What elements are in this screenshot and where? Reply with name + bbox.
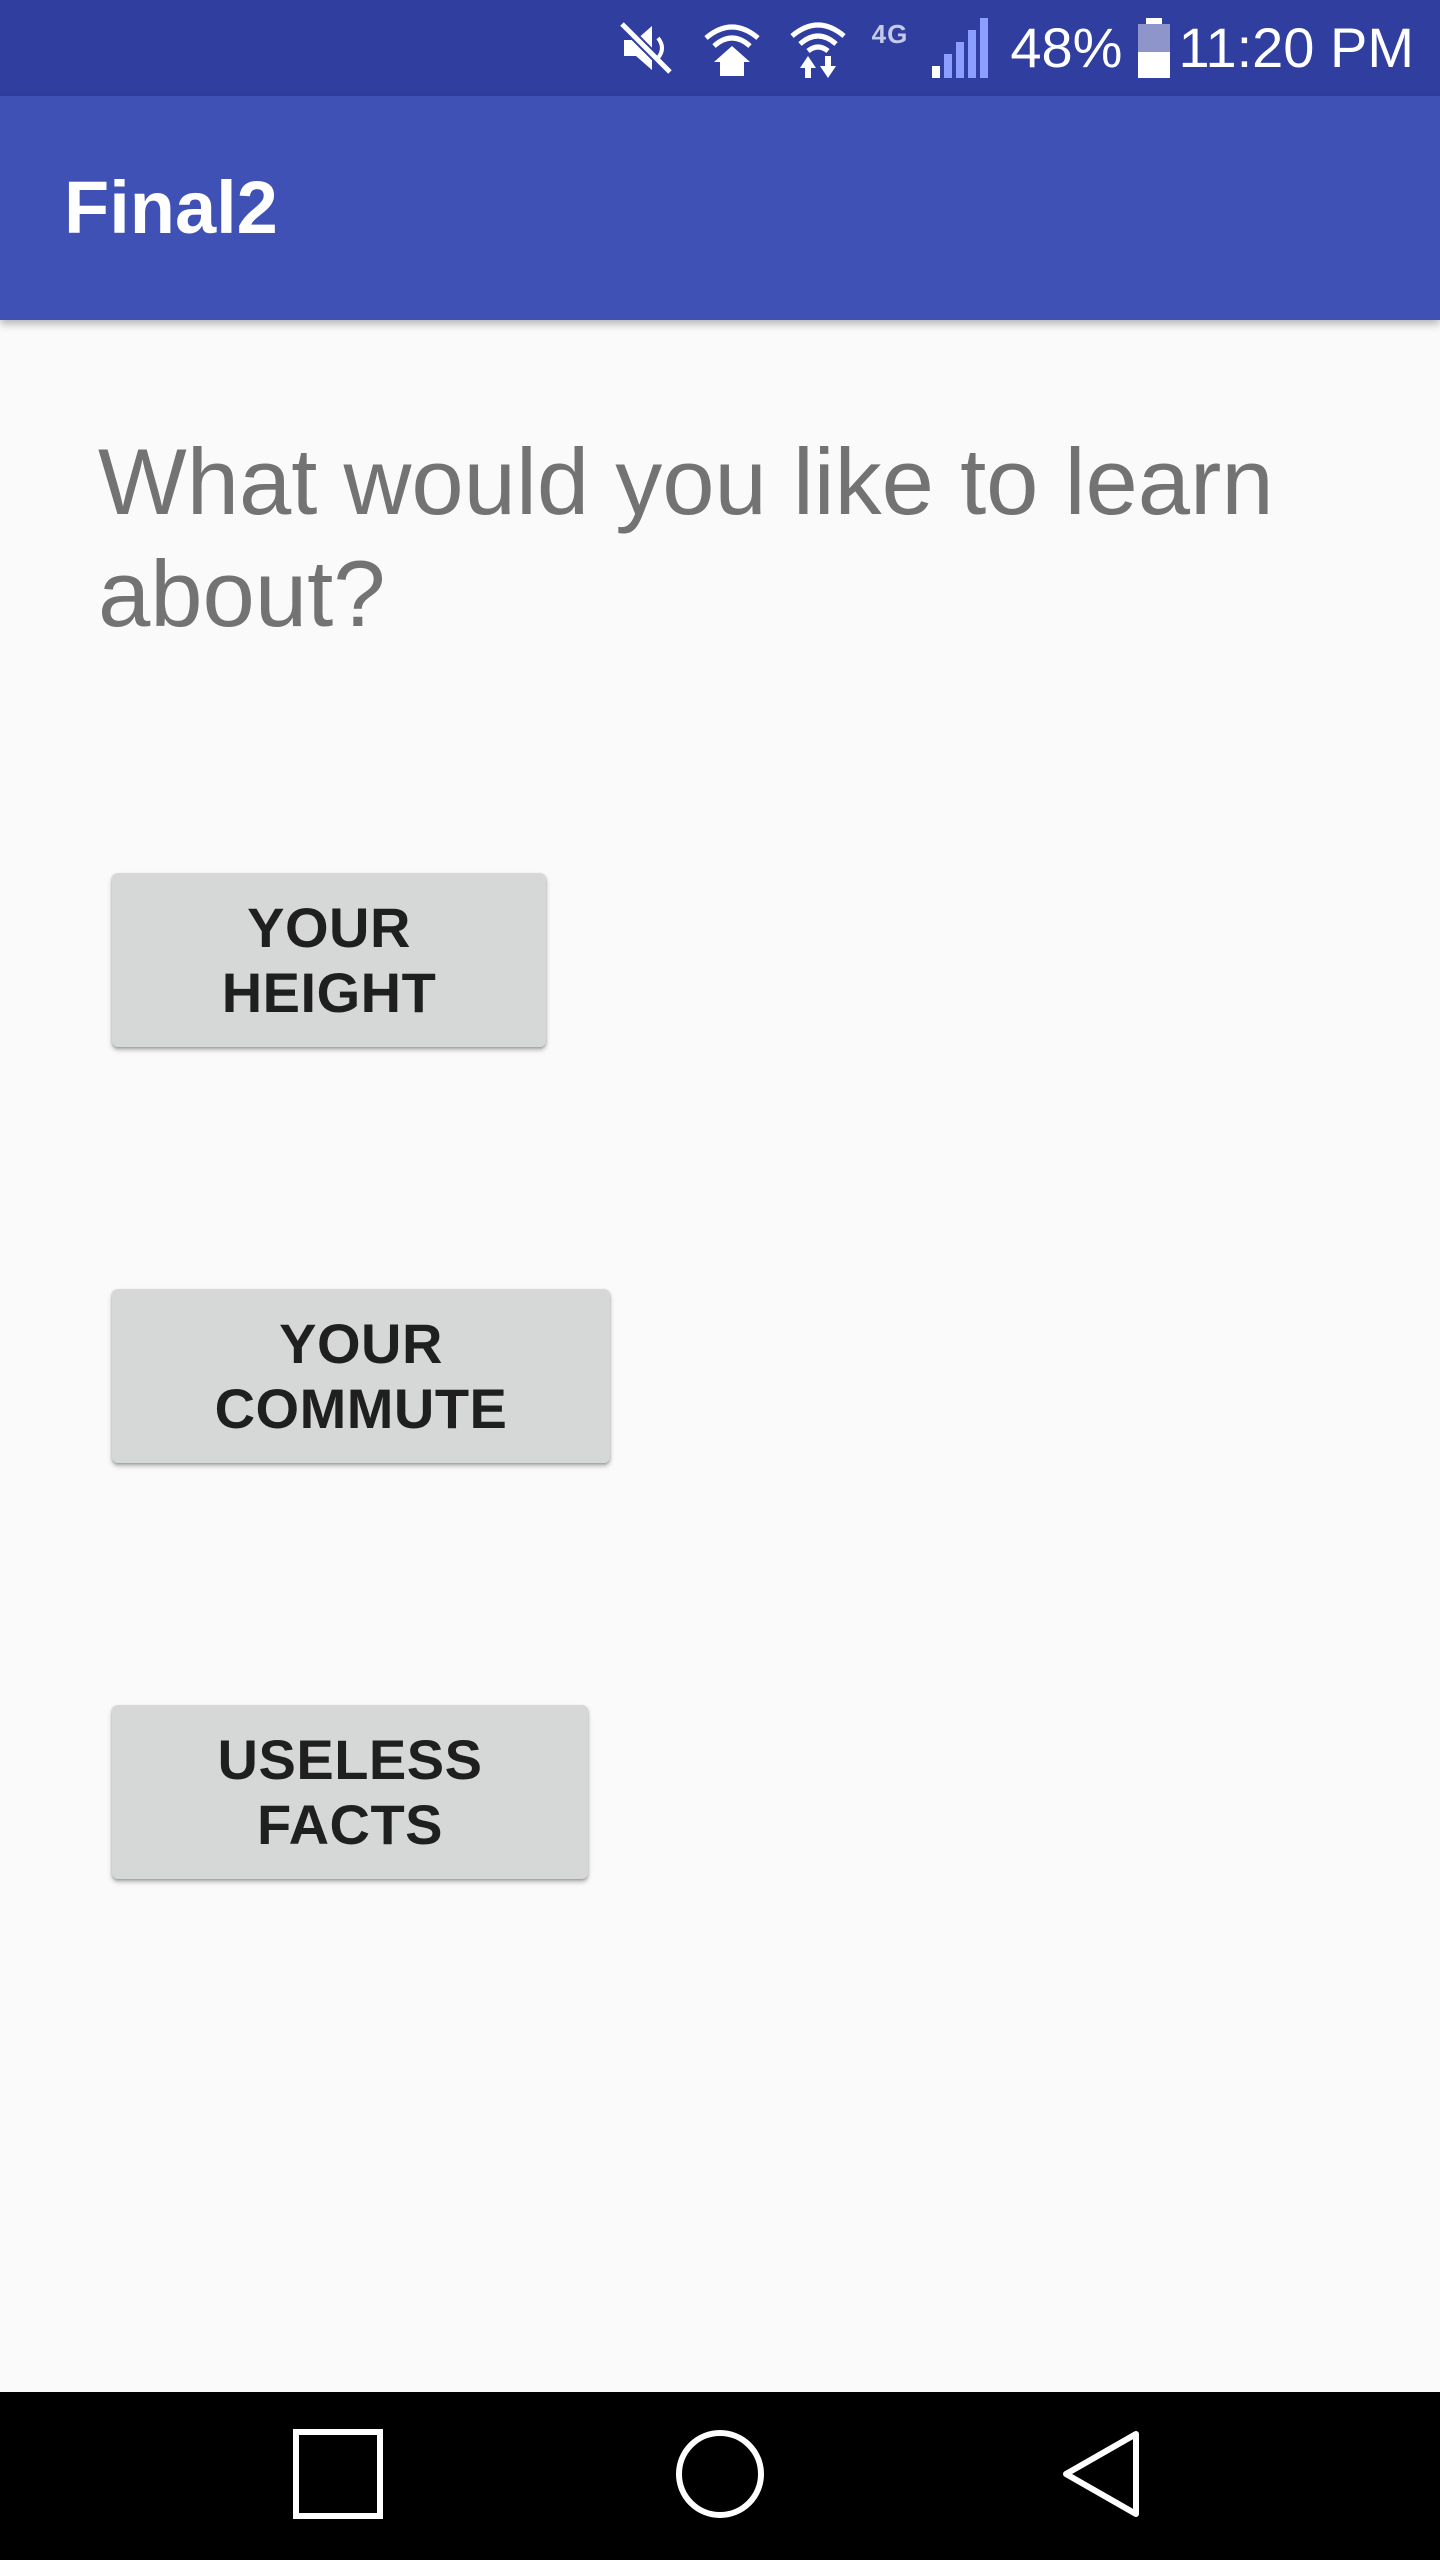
signal-icon — [930, 16, 989, 80]
navigation-bar — [0, 2392, 1440, 2560]
your-commute-button[interactable]: YOUR COMMUTE — [112, 1289, 610, 1463]
home-icon — [674, 2428, 766, 2525]
status-icons: 4G 48% 11:20 PM — [592, 0, 1414, 96]
wifi-data-icon — [786, 16, 850, 80]
app-title: Final2 — [64, 166, 278, 249]
useless-facts-button[interactable]: USELESS FACTS — [112, 1705, 588, 1879]
recents-icon — [293, 2428, 383, 2524]
home-button[interactable] — [620, 2392, 820, 2560]
wifi-home-icon — [700, 16, 764, 80]
question-text: What would you like to learn about? — [98, 429, 1274, 646]
battery-percent: 48% — [1010, 16, 1123, 79]
your-height-button[interactable]: YOUR HEIGHT — [112, 873, 546, 1047]
recents-button[interactable] — [238, 2392, 438, 2560]
back-button[interactable] — [1002, 2392, 1202, 2560]
app-screen: 4G 48% 11:20 PM Final2 What would you li… — [0, 0, 1440, 2560]
app-bar: Final2 — [0, 96, 1440, 320]
status-time: 11:20 PM — [1178, 16, 1414, 79]
mute-icon — [614, 16, 678, 80]
lte-icon: 4G — [871, 18, 909, 49]
back-icon — [1060, 2428, 1144, 2525]
status-bar: 4G 48% 11:20 PM — [0, 0, 1440, 96]
battery-icon — [1136, 16, 1172, 80]
